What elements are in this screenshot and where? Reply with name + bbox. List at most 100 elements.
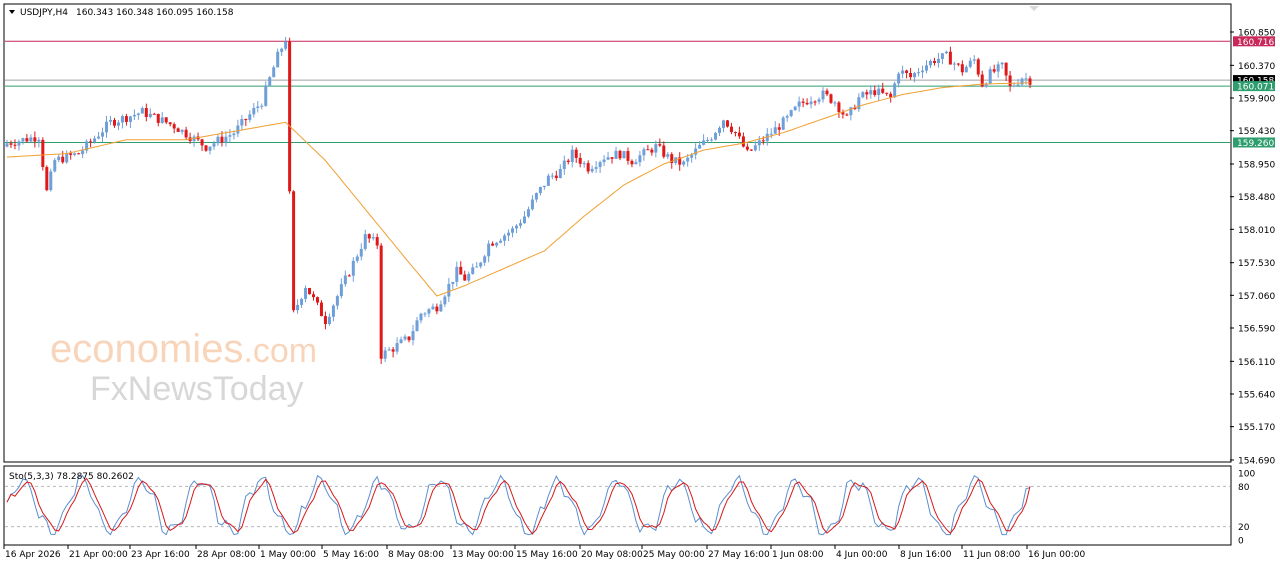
candle-body (546, 175, 550, 186)
candle-body (610, 157, 614, 159)
candle-body (626, 151, 630, 161)
indicator-plot-frame (3, 465, 1232, 546)
candle-body (897, 73, 901, 84)
candle-body (1012, 85, 1016, 87)
candle-body (515, 225, 519, 229)
time-tick-label: 4 Jun 00:00 (836, 550, 888, 560)
price-tick-label: 156.590 (1238, 324, 1275, 334)
chart-canvas: economies.com FxNewsToday 160.716160.158… (3, 3, 1275, 560)
candle-body (41, 139, 45, 168)
candle-body (534, 193, 538, 200)
level-label: 159.260 (1237, 139, 1274, 149)
candle-body (439, 304, 443, 312)
candle-body (602, 159, 606, 163)
candle-body (845, 114, 849, 116)
candle-body (487, 243, 491, 257)
candle-body (479, 262, 483, 267)
time-tick-label: 13 May 00:00 (452, 550, 514, 560)
candle-body (419, 313, 423, 321)
candle-body (467, 273, 471, 281)
candle-body (156, 113, 160, 123)
candle-body (77, 153, 81, 155)
candle-body (284, 41, 288, 49)
candle-body (101, 132, 105, 137)
candle-body (29, 137, 33, 142)
candle-body (1024, 78, 1028, 80)
candle-body (518, 223, 522, 226)
candle-body (503, 235, 507, 241)
candle-body (33, 137, 37, 142)
chart-shift-marker-icon[interactable] (1029, 6, 1039, 11)
candle-body (638, 155, 642, 163)
time-tick-label: 28 Apr 08:00 (197, 550, 256, 560)
candle-body (483, 256, 487, 263)
stochastic-header: Sto(5,3,3) 78.2875 80.2602 (9, 472, 134, 482)
candle-body (403, 336, 407, 340)
candle-body (550, 175, 554, 177)
candle-body (343, 275, 347, 285)
candle-body (200, 139, 204, 146)
candle-body (889, 93, 893, 98)
candle-body (773, 127, 777, 134)
candle-body (562, 160, 566, 170)
candle-body (323, 316, 327, 324)
candle-body (216, 136, 220, 144)
candle-body (925, 65, 929, 71)
candle-body (594, 167, 598, 169)
candle-body (538, 186, 542, 194)
time-tick-label: 15 May 16:00 (516, 550, 578, 560)
level-label: 160.716 (1237, 38, 1274, 48)
candle-body (491, 243, 495, 246)
collapse-triangle-icon[interactable] (9, 10, 15, 14)
candle-body (144, 108, 148, 118)
candle-body (1020, 78, 1024, 85)
candle-body (1028, 78, 1032, 85)
time-axis: 16 Apr 2026 21 Apr 00:00 23 Apr 16:00 28 Ap… (3, 545, 1085, 560)
candle-body (650, 149, 654, 153)
candle-body (140, 108, 144, 114)
candle-body (686, 157, 690, 162)
candle-body (813, 101, 817, 103)
candle-body (972, 59, 976, 61)
candle-body (725, 120, 729, 127)
time-tick-label: 20 May 08:00 (581, 550, 643, 560)
candle-body (574, 149, 578, 158)
price-tick-label: 160.370 (1238, 62, 1275, 72)
price-tick-label: 158.010 (1238, 226, 1275, 236)
candle-body (331, 305, 335, 317)
candle-body (694, 148, 698, 155)
candle-body (805, 102, 809, 105)
candle-body (909, 72, 913, 78)
candle-body (733, 132, 737, 134)
candle-body (112, 119, 116, 126)
candle-body (463, 274, 467, 281)
candle-body (124, 116, 128, 122)
moving-average-layer (6, 82, 1031, 297)
stoch-tick-label: 0 (1238, 537, 1244, 547)
candle-body (208, 146, 212, 151)
candle-body (276, 51, 280, 68)
candle-body (940, 53, 944, 59)
candle-body (443, 296, 447, 305)
price-tick-label: 154.690 (1238, 457, 1275, 467)
candle-body (578, 157, 582, 164)
candle-body (706, 139, 710, 141)
time-tick-label: 11 Jun 08:00 (963, 550, 1020, 560)
candle-body (662, 145, 666, 157)
candle-body (658, 144, 662, 146)
candle-body (204, 145, 208, 151)
candle-body (387, 349, 391, 351)
candle-body (507, 232, 511, 236)
candle-body (1000, 62, 1004, 65)
candle-body (300, 298, 304, 305)
candle-body (901, 70, 905, 74)
candle-body (132, 114, 136, 117)
price-tick-label: 156.110 (1238, 358, 1275, 368)
candle-body (542, 185, 546, 187)
candle-body (885, 92, 889, 94)
candle-body (893, 83, 897, 98)
candle-body (260, 105, 264, 107)
candle-body (873, 90, 877, 95)
candle-body (176, 128, 180, 132)
candle-body (152, 113, 156, 115)
